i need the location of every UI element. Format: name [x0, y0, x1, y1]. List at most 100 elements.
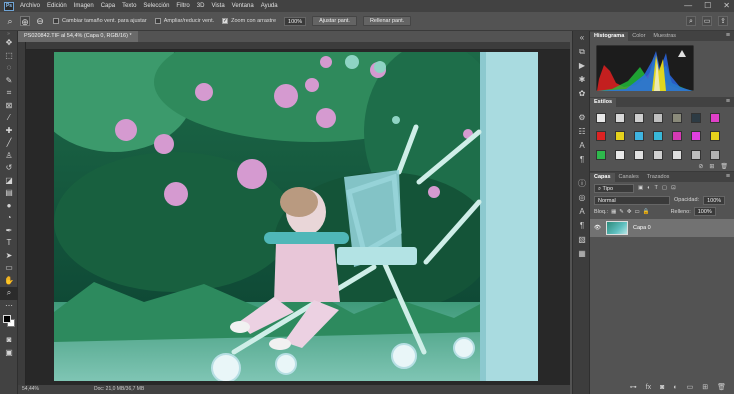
history-panel-icon[interactable]: ⧉ — [573, 45, 591, 59]
style-swatch[interactable] — [672, 113, 682, 123]
layers-menu-icon[interactable]: ≡ — [726, 172, 730, 181]
gradient-tool-icon[interactable]: ▤ — [0, 187, 18, 200]
lock-pixels-icon[interactable]: ✎ — [619, 209, 624, 215]
opacity-field[interactable]: 100% — [703, 195, 726, 205]
color-swatches[interactable] — [0, 312, 18, 334]
style-swatch[interactable] — [710, 131, 720, 142]
zoom-tool-icon[interactable]: ⌕ — [0, 287, 18, 300]
move-tool-icon[interactable]: ✥ — [0, 37, 18, 50]
close-window-button[interactable]: ✕ — [723, 0, 730, 12]
panel-menu-icon[interactable]: ≡ — [726, 31, 730, 40]
scrubby-zoom-checkbox-box[interactable]: ✓ — [222, 18, 229, 24]
menu-3d[interactable]: 3D — [197, 3, 205, 9]
status-zoom[interactable]: 54,44% — [22, 385, 39, 394]
delete-style-icon[interactable]: 🗑 — [720, 163, 728, 171]
delete-layer-icon[interactable]: 🗑 — [717, 382, 726, 394]
panel-grip-icon[interactable]: « — [573, 31, 591, 45]
hand-tool-icon[interactable]: ✋ — [0, 275, 18, 288]
new-layer-icon[interactable]: ⊞ — [702, 382, 708, 394]
dodge-tool-icon[interactable]: ◔ — [0, 212, 18, 225]
more-tools-icon[interactable]: ⋯ — [0, 300, 18, 313]
screen-mode-icon[interactable]: ▣ — [0, 347, 18, 360]
fit-screen-button[interactable]: Ajustar pant. — [312, 16, 357, 26]
filter-adjust-icon[interactable]: ◐ — [647, 185, 650, 191]
resize-windows-checkbox[interactable]: Cambiar tamaño vent. para ajustar — [53, 18, 147, 24]
menu-archivo[interactable]: Archivo — [20, 3, 40, 9]
styles-menu-icon[interactable]: ≡ — [726, 97, 730, 106]
style-swatch[interactable] — [653, 131, 663, 142]
menu-vista[interactable]: Vista — [211, 3, 224, 9]
status-doc-info[interactable]: Doc: 21,0 MB/36,7 MB — [94, 385, 144, 394]
style-swatch[interactable] — [615, 149, 625, 160]
tab-capas[interactable]: Capas — [590, 173, 615, 182]
character-panel-icon[interactable]: A — [573, 139, 591, 153]
zoom-all-windows-checkbox[interactable]: Ampliar/reducir vent. — [154, 18, 214, 24]
marquee-tool-icon[interactable]: ⬚ — [0, 50, 18, 63]
document-tab[interactable]: PS020842.TIF al 54,4% (Capa 0, RGB/16) *… — [18, 31, 138, 50]
lock-all-icon[interactable]: 🔒 — [643, 209, 650, 215]
paragraph-styles-icon[interactable]: ¶ — [573, 219, 591, 233]
document-photo[interactable] — [54, 52, 538, 381]
menu-capa[interactable]: Capa — [101, 3, 115, 9]
link-layers-icon[interactable]: ⊶ — [630, 382, 637, 394]
style-swatch[interactable] — [691, 149, 701, 160]
lock-artboard-icon[interactable]: ▭ — [635, 209, 640, 215]
add-mask-icon[interactable]: ◙ — [660, 382, 664, 394]
menu-seleccion[interactable]: Selección — [143, 3, 169, 9]
style-swatch[interactable] — [615, 113, 625, 123]
style-swatch[interactable] — [710, 113, 720, 123]
adjustments-panel-icon[interactable]: ⚙ — [573, 111, 591, 125]
zoom-percent-field[interactable]: 100% — [284, 16, 307, 26]
type-tool-icon[interactable]: T — [0, 237, 18, 250]
menu-ventana[interactable]: Ventana — [232, 3, 254, 9]
menu-filtro[interactable]: Filtro — [176, 3, 189, 9]
fill-field[interactable]: 100% — [693, 207, 716, 216]
tab-estilos[interactable]: Estilos — [590, 98, 617, 107]
style-swatch[interactable] — [710, 149, 720, 160]
properties-panel-icon[interactable]: ✿ — [573, 87, 591, 101]
style-swatch[interactable] — [691, 131, 701, 142]
tab-muestras[interactable]: Muestras — [649, 32, 680, 41]
clone-stamp-tool-icon[interactable]: ♙ — [0, 150, 18, 163]
style-swatch[interactable] — [615, 131, 625, 142]
lock-transparency-icon[interactable]: ▦ — [611, 209, 616, 215]
tab-color[interactable]: Color — [628, 32, 649, 41]
layer-name[interactable]: Capa 0 — [633, 225, 651, 231]
filter-type-icon[interactable]: T — [655, 185, 658, 191]
workspace-icon[interactable]: ▭ — [702, 16, 712, 26]
style-swatch[interactable] — [672, 149, 682, 160]
scrubby-zoom-checkbox[interactable]: ✓ Zoom con arrastre — [222, 18, 276, 24]
menu-texto[interactable]: Texto — [122, 3, 136, 9]
style-swatch[interactable] — [634, 131, 644, 142]
style-swatch[interactable] — [634, 113, 644, 123]
brush-tool-icon[interactable]: ╱ — [0, 137, 18, 150]
adjustment-layer-icon[interactable]: ◐ — [673, 382, 677, 394]
style-swatch[interactable] — [691, 113, 701, 123]
zoom-in-button[interactable]: ⊕ — [20, 16, 30, 27]
path-selection-tool-icon[interactable]: ➤ — [0, 250, 18, 263]
menu-imagen[interactable]: Imagen — [74, 3, 94, 9]
swatches-panel-icon[interactable]: ▦ — [573, 247, 591, 261]
tab-histograma[interactable]: Histograma — [590, 32, 629, 41]
tab-canales[interactable]: Canales — [615, 173, 643, 182]
history-brush-tool-icon[interactable]: ↺ — [0, 162, 18, 175]
eyedropper-tool-icon[interactable]: ⁄ — [0, 112, 18, 125]
resize-windows-checkbox-box[interactable] — [53, 18, 59, 24]
foreground-color-swatch[interactable] — [3, 315, 11, 323]
style-swatch[interactable] — [596, 149, 606, 160]
style-swatch[interactable] — [653, 113, 663, 123]
zoom-out-button[interactable]: ⊖ — [35, 16, 45, 26]
maximize-button[interactable]: ☐ — [704, 0, 711, 12]
filter-smart-icon[interactable]: ⊡ — [671, 185, 676, 191]
quick-selection-tool-icon[interactable]: ✎ — [0, 75, 18, 88]
share-icon[interactable]: ⇪ — [718, 16, 728, 26]
clear-style-icon[interactable]: ⊘ — [698, 163, 703, 171]
character-styles-icon[interactable]: A — [573, 205, 591, 219]
quick-mask-icon[interactable]: ◙ — [0, 334, 18, 347]
actions-panel-icon[interactable]: ▶ — [573, 59, 591, 73]
libraries-panel-icon[interactable]: ☷ — [573, 125, 591, 139]
blur-tool-icon[interactable]: ● — [0, 200, 18, 213]
layer-style-fx-icon[interactable]: fx — [646, 382, 651, 394]
navigator-panel-icon[interactable]: ▧ — [573, 233, 591, 247]
eraser-tool-icon[interactable]: ◪ — [0, 175, 18, 188]
